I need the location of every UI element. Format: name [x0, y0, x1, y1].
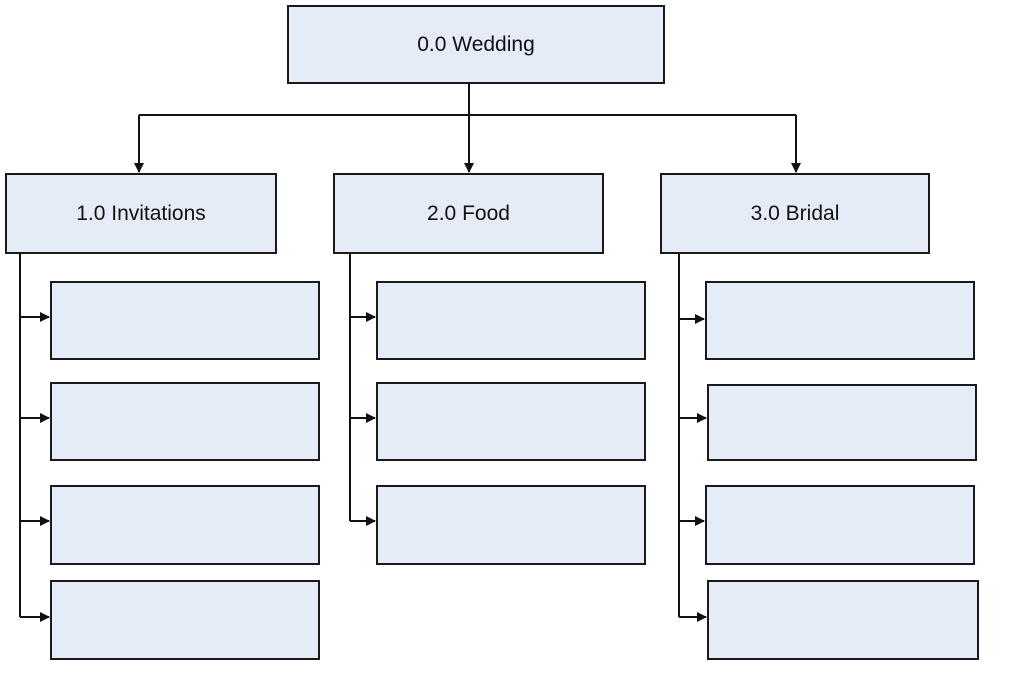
- branch-node-invitations[interactable]: 1.0 Invitations: [5, 173, 277, 254]
- child-node[interactable]: [705, 281, 975, 360]
- branch-label: 1.0 Invitations: [76, 201, 206, 225]
- branch-label: 3.0 Bridal: [750, 201, 840, 225]
- branch-label: 2.0 Food: [427, 201, 510, 225]
- child-node[interactable]: [50, 281, 320, 360]
- root-label: 0.0 Wedding: [417, 32, 535, 56]
- branch-node-food[interactable]: 2.0 Food: [333, 173, 604, 254]
- child-node[interactable]: [376, 485, 646, 565]
- child-node[interactable]: [50, 580, 320, 660]
- child-node[interactable]: [707, 580, 979, 660]
- child-node[interactable]: [376, 382, 646, 461]
- child-node[interactable]: [50, 382, 320, 461]
- branch-node-bridal[interactable]: 3.0 Bridal: [660, 173, 930, 254]
- child-node[interactable]: [707, 384, 977, 461]
- child-node[interactable]: [376, 281, 646, 360]
- root-node[interactable]: 0.0 Wedding: [287, 5, 665, 84]
- child-node[interactable]: [705, 485, 975, 565]
- child-node[interactable]: [50, 485, 320, 565]
